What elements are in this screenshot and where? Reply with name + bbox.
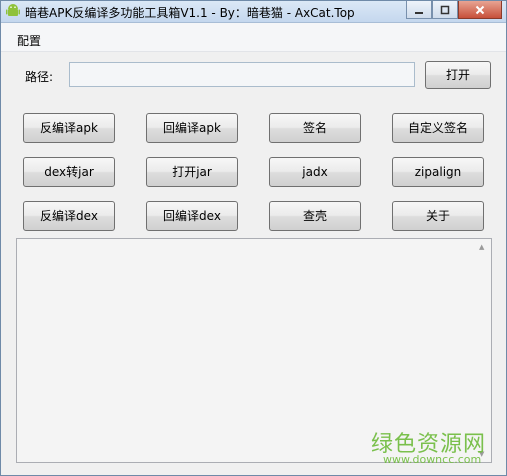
close-button[interactable] (458, 1, 502, 19)
zipalign-button[interactable]: zipalign (392, 157, 484, 187)
menu-config[interactable]: 配置 (17, 32, 41, 49)
app-window: 暗巷APK反编译多功能工具箱V1.1 - By：暗巷猫 - AxCat.Top … (0, 0, 507, 476)
dex-to-jar-button[interactable]: dex转jar (23, 157, 115, 187)
window-controls (406, 1, 502, 20)
sign-button[interactable]: 签名 (269, 113, 361, 143)
jadx-button[interactable]: jadx (269, 157, 361, 187)
android-icon (6, 4, 20, 16)
decompile-apk-button[interactable]: 反编译apk (23, 113, 115, 143)
about-button[interactable]: 关于 (392, 201, 484, 231)
open-jar-button[interactable]: 打开jar (146, 157, 238, 187)
window-title: 暗巷APK反编译多功能工具箱V1.1 - By：暗巷猫 - AxCat.Top (25, 6, 355, 20)
custom-sign-button[interactable]: 自定义签名 (392, 113, 484, 143)
recompile-apk-button[interactable]: 回编译apk (146, 113, 238, 143)
check-shell-button[interactable]: 查壳 (269, 201, 361, 231)
scroll-up-arrow-icon[interactable]: ▲ (479, 243, 487, 251)
minimize-icon (415, 11, 423, 14)
maximize-button[interactable] (432, 1, 458, 19)
decompile-dex-button[interactable]: 反编译dex (23, 201, 115, 231)
menu-bar: 配置 (1, 23, 506, 52)
title-bar[interactable]: 暗巷APK反编译多功能工具箱V1.1 - By：暗巷猫 - AxCat.Top (1, 1, 506, 23)
recompile-dex-button[interactable]: 回编译dex (146, 201, 238, 231)
close-icon (475, 5, 485, 14)
watermark-url: www.downcc.com (383, 453, 482, 466)
path-label: 路径: (25, 70, 54, 84)
open-button[interactable]: 打开 (425, 61, 491, 89)
path-input[interactable] (69, 62, 415, 87)
maximize-icon (440, 5, 450, 14)
minimize-button[interactable] (406, 1, 432, 19)
